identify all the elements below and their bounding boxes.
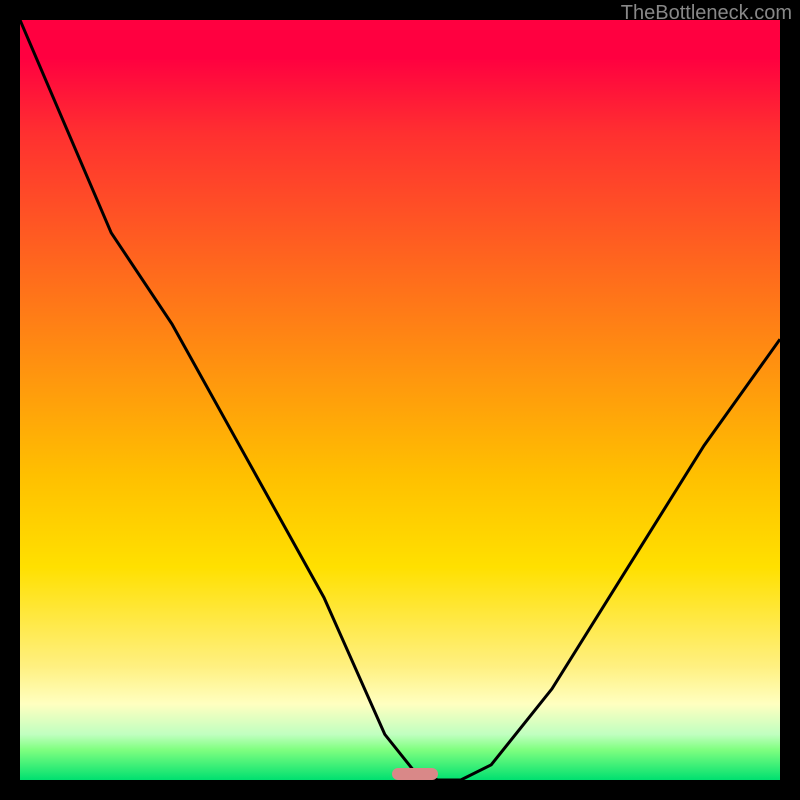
bottleneck-curve	[20, 20, 780, 780]
plot-area	[20, 20, 780, 780]
optimal-marker	[392, 768, 438, 780]
chart-container: TheBottleneck.com	[0, 0, 800, 800]
watermark-text: TheBottleneck.com	[621, 2, 792, 25]
